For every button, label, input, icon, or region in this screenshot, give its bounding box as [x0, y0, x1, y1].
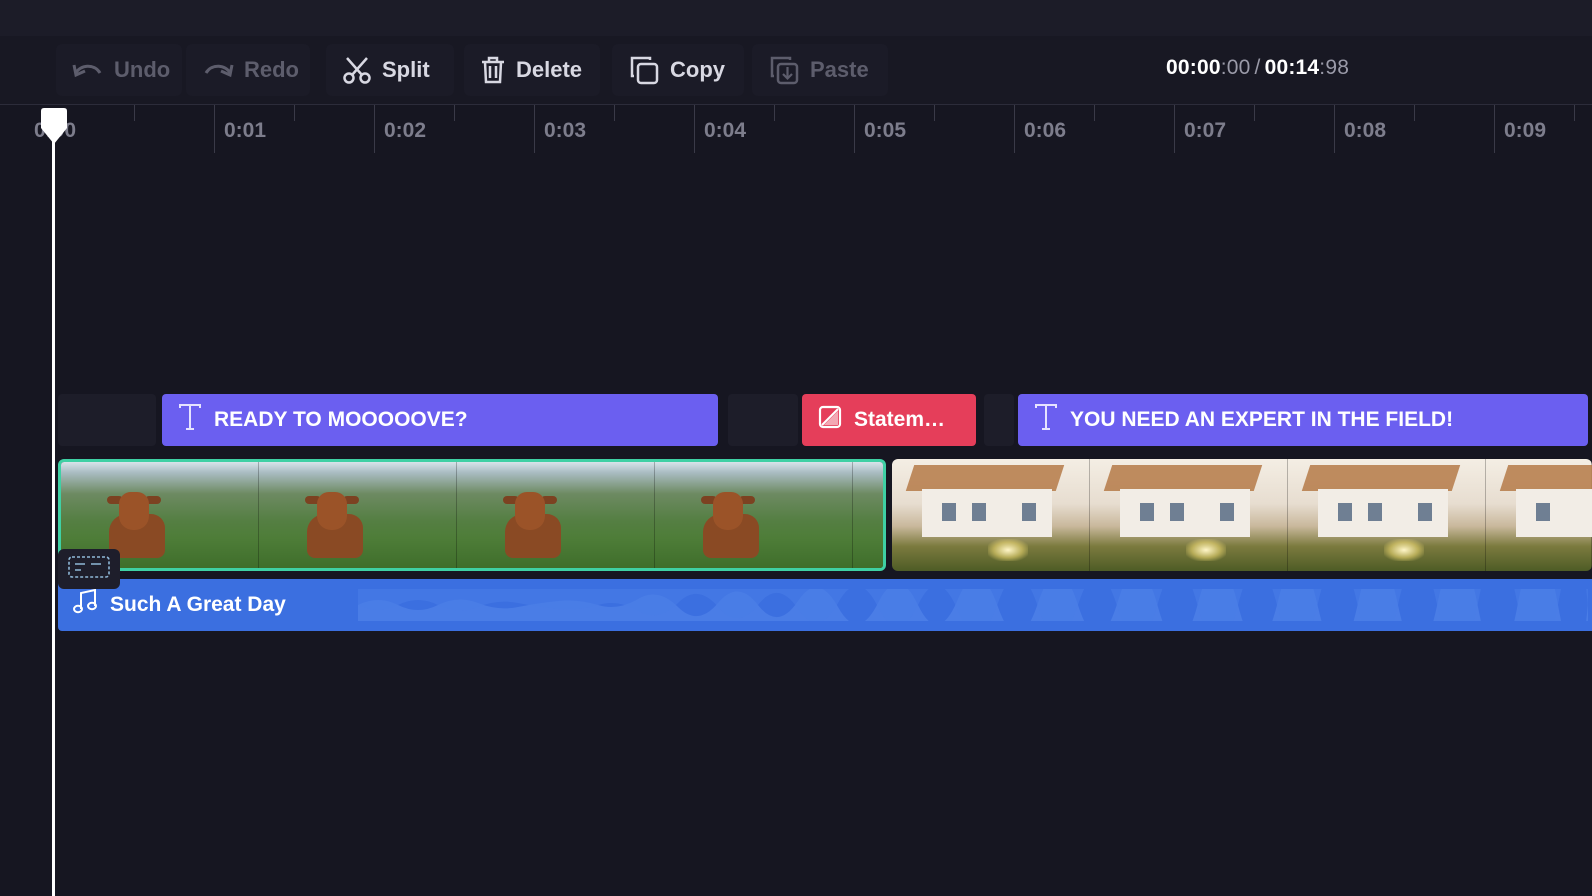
video-thumbnail: [1486, 459, 1592, 571]
timeline-toolbar: Undo Redo Split Delete Copy Paste: [0, 36, 1592, 105]
empty-track-segment[interactable]: [58, 394, 156, 446]
text-clip-ready-to-mooove[interactable]: READY TO MOOOOOVE?: [162, 394, 718, 446]
ruler-label: 0:06: [1024, 119, 1067, 142]
audio-clip-label: Such A Great Day: [110, 593, 286, 616]
trash-icon: [480, 55, 506, 85]
video-clip-cow[interactable]: [58, 459, 886, 571]
redo-arrow-icon: [202, 59, 234, 81]
text-clip-label: READY TO MOOOOOVE?: [214, 408, 468, 431]
copy-button[interactable]: Copy: [612, 44, 744, 96]
ruler-label: 0:03: [544, 119, 587, 142]
top-bar: [0, 0, 1592, 36]
undo-arrow-icon: [72, 59, 104, 81]
video-clip-house[interactable]: [892, 459, 1592, 571]
copy-label: Copy: [670, 57, 725, 82]
ruler-label: 0:08: [1344, 119, 1387, 142]
timeline-ruler[interactable]: 0:00 0:01 0:02 0:03 0:04 0:05 0:06 0:07 …: [0, 105, 1592, 157]
current-frames: :00: [1220, 56, 1251, 79]
text-t-icon: [1034, 404, 1058, 436]
paste-label: Paste: [810, 57, 869, 82]
playhead-handle[interactable]: [40, 106, 68, 151]
video-thumbnail: [457, 462, 655, 568]
audio-waveform: [358, 589, 1588, 621]
ruler-label: 0:07: [1184, 119, 1227, 142]
video-thumbnail: [655, 462, 853, 568]
total-time: 00:14: [1264, 56, 1320, 79]
playhead-line[interactable]: [52, 132, 55, 896]
delete-button[interactable]: Delete: [464, 44, 600, 96]
video-thumbnail: [853, 462, 883, 568]
timecode-display: 00:00:00/00:14:98: [1166, 56, 1349, 80]
redo-button[interactable]: Redo: [186, 44, 310, 96]
undo-button[interactable]: Undo: [56, 44, 182, 96]
ruler-label: 0:04: [704, 119, 747, 142]
redo-label: Redo: [244, 57, 299, 82]
text-clip-label: YOU NEED AN EXPERT IN THE FIELD!: [1070, 408, 1454, 431]
copy-icon: [628, 54, 660, 86]
statement-sticker-clip[interactable]: Statem…: [802, 394, 976, 446]
timecode-separator: /: [1254, 56, 1261, 79]
empty-track-segment[interactable]: [728, 394, 798, 446]
split-button[interactable]: Split: [326, 44, 454, 96]
empty-track-segment[interactable]: [984, 394, 1014, 446]
current-time: 00:00: [1166, 56, 1221, 79]
delete-label: Delete: [516, 57, 583, 82]
scissors-icon: [342, 55, 372, 85]
music-note-icon: [72, 588, 98, 621]
paste-button[interactable]: Paste: [752, 44, 888, 96]
ruler-label: 0:01: [224, 119, 267, 142]
ruler-label: 0:09: [1504, 119, 1547, 142]
video-thumbnail: [259, 462, 457, 568]
split-label: Split: [382, 57, 430, 82]
text-t-icon: [178, 404, 202, 436]
statement-clip-label: Statem…: [854, 408, 946, 431]
captions-toggle-button[interactable]: [58, 549, 120, 589]
video-thumbnail: [892, 459, 1090, 571]
ruler-label: 0:02: [384, 119, 427, 142]
text-clip-expert-in-the-field[interactable]: YOU NEED AN EXPERT IN THE FIELD!: [1018, 394, 1588, 446]
ruler-label: 0:05: [864, 119, 907, 142]
video-thumbnail: [1288, 459, 1486, 571]
paste-icon: [768, 54, 800, 86]
captions-icon: [67, 555, 111, 584]
sticker-icon: [818, 405, 842, 435]
audio-clip[interactable]: Such A Great Day: [58, 579, 1592, 631]
undo-label: Undo: [114, 57, 171, 82]
total-frames: :98: [1319, 56, 1350, 79]
video-thumbnail: [1090, 459, 1288, 571]
